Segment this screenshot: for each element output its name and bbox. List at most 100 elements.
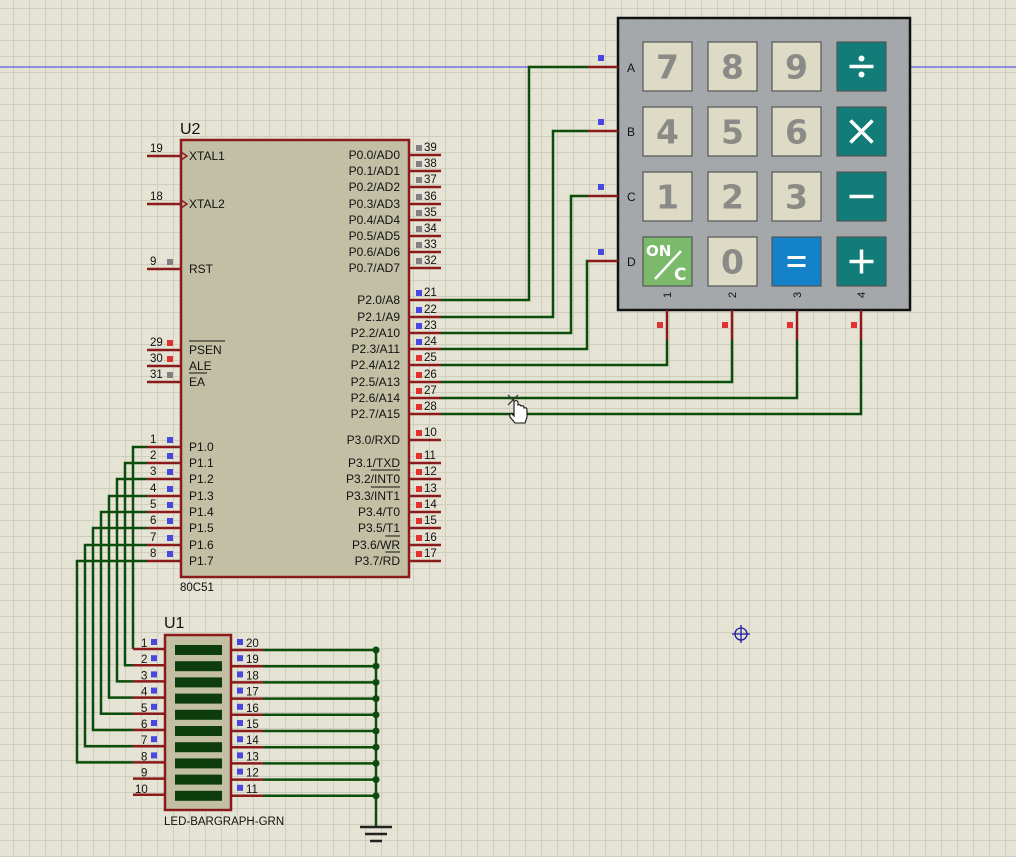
led-segment (175, 758, 222, 769)
svg-text:9: 9 (785, 48, 808, 87)
wire[interactable] (107, 494, 147, 699)
pin-label: P0.6/AD6 (349, 245, 401, 259)
keypad[interactable]: 7 8 94 5 61 2 3ONC 0 ABCD 1234 (588, 16, 912, 340)
key-6[interactable]: 6 (771, 106, 822, 157)
key-7[interactable]: 7 (642, 41, 693, 92)
led-segment (175, 790, 222, 801)
led-segment (175, 774, 222, 785)
pin-number: 23 (424, 320, 437, 332)
pin-number: 21 (424, 287, 437, 299)
bargraph-pin-18[interactable]: 18 (231, 670, 263, 684)
pin-number: 1 (150, 434, 156, 446)
wire[interactable] (441, 65, 588, 302)
led-segment (175, 742, 222, 753)
svg-text:7: 7 (656, 48, 679, 87)
key-2[interactable]: 2 (707, 171, 758, 222)
bargraph-pin-17[interactable]: 17 (231, 687, 263, 700)
bargraph-pin-15[interactable]: 15 (231, 719, 263, 733)
bargraph-pin-7[interactable]: 7 (133, 735, 165, 748)
crosshair-icon (732, 625, 750, 643)
pin-label: P3.1/TXD (348, 456, 400, 470)
bargraph-pin-12[interactable]: 12 (231, 768, 263, 781)
bargraph-pin-20[interactable]: 20 (231, 638, 263, 652)
col-label: 2 (727, 292, 739, 298)
pin-number: 8 (150, 548, 156, 560)
led-bargraph-u1[interactable]: U1 LED-BARGRAPH-GRN 12345678910201918171… (133, 615, 284, 828)
key-5[interactable]: 5 (707, 106, 758, 157)
key-on-c[interactable]: ONC (642, 236, 693, 287)
key-1[interactable]: 1 (642, 171, 693, 222)
bargraph-pin-6[interactable]: 6 (133, 719, 165, 732)
bargraph-pin-14[interactable]: 14 (231, 735, 263, 749)
bargraph-pin-13[interactable]: 13 (231, 751, 263, 765)
bargraph-pin-10[interactable]: 10 (133, 784, 165, 797)
svg-text:2: 2 (721, 178, 744, 217)
pin-number: 16 (246, 703, 259, 715)
key-0[interactable]: 0 (707, 236, 758, 287)
led-segment (175, 645, 222, 655)
pin-label: P3.3/INT1 (346, 489, 400, 503)
mcu-u2[interactable]: U2 80C51 19 XTAL118 XTAL29 RST29 PSEN30 ALE31… (147, 121, 441, 594)
wire[interactable] (441, 340, 669, 367)
bargraph-pin-8[interactable]: 8 (133, 751, 165, 764)
bargraph-pin-11[interactable]: 11 (231, 784, 263, 798)
pin-label: RST (189, 262, 214, 276)
pin-label: XTAL2 (189, 197, 225, 211)
key-4[interactable]: 4 (642, 106, 693, 157)
key-+[interactable] (836, 236, 887, 287)
pin-label: P1.2 (189, 472, 214, 486)
col-label: 4 (856, 292, 868, 298)
pin-number: 6 (141, 719, 147, 731)
bargraph-pin-5[interactable]: 5 (133, 703, 165, 716)
wire[interactable] (441, 129, 588, 319)
pin-number: 32 (424, 255, 437, 267)
pin-label: P2.5/A13 (351, 375, 401, 389)
bargraph-pin-16[interactable]: 16 (231, 703, 263, 717)
mcu-ref: U2 (180, 121, 201, 138)
pin-label: P0.5/AD5 (349, 229, 401, 243)
svg-text:8: 8 (721, 48, 744, 87)
ground-icon (360, 797, 392, 843)
bargraph-ref: U1 (164, 615, 185, 632)
pin-number: 7 (141, 735, 147, 747)
wire[interactable] (441, 194, 588, 335)
schematic-canvas[interactable]: U2 80C51 19 XTAL118 XTAL29 RST29 PSEN30 ALE31… (0, 0, 1016, 857)
led-segment (175, 661, 222, 672)
bargraph-pin-1[interactable]: 1 (133, 638, 165, 651)
wire[interactable] (123, 461, 147, 667)
pin-label: P1.4 (189, 505, 214, 519)
wire[interactable] (131, 445, 147, 649)
pin-number: 13 (246, 751, 259, 763)
pin-number: 5 (141, 703, 147, 715)
key-9[interactable]: 9 (771, 41, 822, 92)
bargraph-pin-2[interactable]: 2 (133, 654, 165, 667)
wire[interactable] (75, 559, 147, 764)
pin-label: P3.5/T1 (358, 521, 400, 535)
pin-label: P1.6 (189, 538, 214, 552)
bargraph-pin-19[interactable]: 19 (231, 654, 263, 668)
key-3[interactable]: 3 (771, 171, 822, 222)
key-=[interactable] (771, 236, 822, 287)
pin-number: 34 (424, 223, 437, 235)
key-8[interactable]: 8 (707, 41, 758, 92)
pin-number: 7 (150, 532, 156, 544)
pin-number: 14 (246, 735, 259, 747)
key-×[interactable] (836, 106, 887, 157)
pin-number: 2 (150, 450, 156, 462)
pin-number: 10 (135, 784, 148, 796)
wire[interactable] (441, 259, 589, 351)
pin-number: 15 (246, 719, 259, 731)
pin-number: 17 (246, 687, 259, 699)
bargraph-pin-4[interactable]: 4 (133, 687, 165, 699)
bargraph-pin-9[interactable]: 9 (133, 768, 165, 780)
key-−[interactable] (836, 171, 887, 222)
mcu-part: 80C51 (180, 582, 214, 594)
pin-number: 31 (150, 369, 163, 381)
pin-number: 33 (424, 239, 437, 251)
pin-label: P1.1 (189, 456, 214, 470)
pin-label: P3.2/INT0 (346, 472, 400, 486)
pin-number: 12 (424, 466, 437, 478)
key-÷[interactable] (836, 41, 887, 92)
pin-label: P0.7/AD7 (349, 261, 401, 275)
bargraph-pin-3[interactable]: 3 (133, 670, 165, 683)
